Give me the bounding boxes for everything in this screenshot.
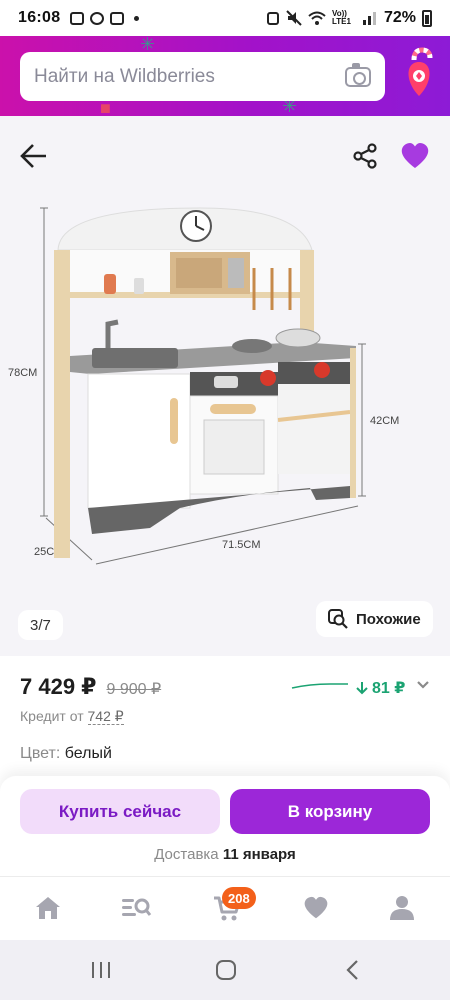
price-trend-sparkline-icon <box>291 683 348 689</box>
similar-label: Похожие <box>356 610 421 628</box>
purchase-action-bar: Купить сейчас В корзину Доставка 11 янва… <box>0 776 450 876</box>
alarm-icon <box>266 12 279 25</box>
width-dimension-label: 71.5CM <box>222 539 261 551</box>
tab-home[interactable] <box>31 891 65 925</box>
wifi-icon <box>308 11 326 25</box>
viber-notification-icon <box>90 11 105 25</box>
delivery-info: Доставка 11 января <box>0 846 450 863</box>
credit-value: 742 ₽ <box>87 708 124 725</box>
buy-now-button[interactable]: Купить сейчас <box>20 789 220 834</box>
search-input[interactable]: Найти на Wildberries <box>20 52 385 101</box>
product-image: 78CM 25CM 71.5CM 42CM <box>8 207 399 565</box>
tab-favorites[interactable] <box>299 891 333 925</box>
network-type: Vo)) LTE1 <box>331 9 351 26</box>
status-bar: 16:08 Vo)) LTE1 72% <box>0 0 450 36</box>
signal-icon <box>362 12 376 25</box>
cart-count-badge: 208 <box>222 887 256 909</box>
search-placeholder: Найти на Wildberries <box>34 65 215 87</box>
favorite-heart-icon[interactable] <box>400 142 430 170</box>
similar-button[interactable]: Похожие <box>316 601 433 637</box>
app-header: ✳ ✳ ■ Найти на Wildberries <box>0 34 450 118</box>
status-right: Vo)) LTE1 72% <box>266 9 432 27</box>
price-drop-value: 81 ₽ <box>372 680 406 697</box>
similar-search-icon <box>328 609 348 629</box>
status-time: 16:08 <box>18 9 61 26</box>
color-value: белый <box>64 745 112 762</box>
favorites-icon <box>304 896 328 919</box>
gallery-notification-icon <box>70 11 85 25</box>
delivery-date: 11 января <box>222 846 296 863</box>
battery-icon <box>422 9 432 27</box>
credit-prefix: Кредит от <box>20 708 84 724</box>
color-label: Цвет: <box>20 745 61 762</box>
mute-icon <box>286 10 302 26</box>
tab-catalog[interactable] <box>119 891 153 925</box>
price-block: 7 429 ₽ 9 900 ₽ 81 ₽ Кредит от 742 ₽ Цве… <box>0 656 450 786</box>
promo-candy-icon[interactable] <box>400 46 438 102</box>
notification-icons <box>70 11 140 25</box>
camera-search-icon[interactable] <box>345 62 371 87</box>
bottom-tab-bar: 208 <box>0 876 450 940</box>
home-icon <box>36 897 60 919</box>
profile-icon <box>390 896 414 920</box>
gallery-counter: 3/7 <box>18 610 63 640</box>
credit-row[interactable]: Кредит от 742 ₽ <box>20 708 124 725</box>
back-arrow-icon[interactable] <box>18 140 50 172</box>
chevron-down-icon[interactable] <box>416 678 430 692</box>
delivery-prefix: Доставка <box>154 846 219 863</box>
back-button-icon[interactable] <box>344 959 360 981</box>
catalog-search-icon <box>122 898 152 916</box>
price-drop[interactable]: 81 ₽ <box>356 678 405 698</box>
battery-percent: 72% <box>383 9 416 26</box>
counter-height-dimension-label: 42CM <box>370 415 399 427</box>
color-row: Цвет: белый <box>20 745 112 763</box>
price-row: 7 429 ₽ 9 900 ₽ <box>20 674 161 700</box>
old-price: 9 900 ₽ <box>106 681 162 698</box>
recent-apps-icon[interactable] <box>90 960 112 980</box>
add-to-cart-button[interactable]: В корзину <box>230 789 430 834</box>
share-icon[interactable] <box>352 143 378 169</box>
current-price: 7 429 ₽ <box>20 674 97 699</box>
height-dimension-label: 78CM <box>8 367 37 379</box>
home-button-icon[interactable] <box>215 959 237 981</box>
arrow-down-icon <box>356 682 368 695</box>
product-nav-bar <box>0 116 450 198</box>
product-gallery[interactable]: 78CM 25CM 71.5CM 42CM 3/7 Похожие <box>0 198 450 656</box>
system-navigation-bar <box>0 940 450 1000</box>
check-notification-icon <box>110 11 125 25</box>
tab-profile[interactable] <box>385 891 419 925</box>
more-notifications-icon <box>134 15 140 21</box>
